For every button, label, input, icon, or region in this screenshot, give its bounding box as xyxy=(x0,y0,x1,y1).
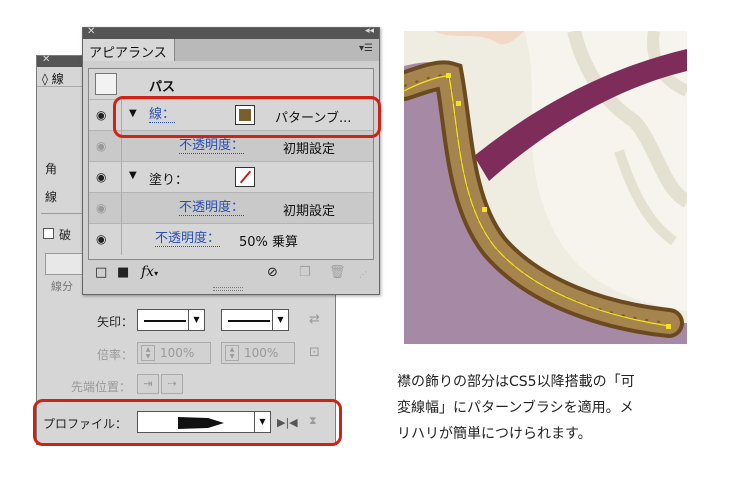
appearance-panel: ✕ ◂◂ アピアランス ▾☰ パス ◉ ▼ 線： パターンブ... ◉ 不透明度… xyxy=(82,26,380,295)
new-stroke-icon[interactable]: □ xyxy=(95,265,107,280)
highlight-frame-profile xyxy=(33,399,342,446)
fill-opacity-link[interactable]: 不透明度： xyxy=(179,200,245,216)
close-icon[interactable]: ✕ xyxy=(87,26,95,37)
resize-grip-icon[interactable]: ⋰ xyxy=(359,270,367,279)
object-type-label: パス xyxy=(149,80,176,95)
stepper-icon[interactable]: ▲ ▼ xyxy=(141,345,155,361)
link-scale-icon[interactable]: ⊡ xyxy=(309,345,320,360)
chevron-down-icon: ▼ xyxy=(188,310,204,330)
scale-label: 倍率： xyxy=(97,348,134,362)
start-arrowhead-select[interactable]: ▼ xyxy=(137,309,205,331)
eye-icon[interactable]: ◉ xyxy=(96,170,106,184)
stepper-icon[interactable]: ▲ ▼ xyxy=(225,345,239,361)
fill-label: 塗り： xyxy=(149,173,189,188)
resize-handle[interactable] xyxy=(213,287,243,291)
caption: 襟の飾りの部分はCS5以降搭載の「可 変線幅」にパターンブラシを適用。メ リハリ… xyxy=(397,369,697,447)
none-color-icon xyxy=(239,170,252,184)
highlight-frame-stroke xyxy=(113,96,381,138)
stroke-opacity-value: 初期設定 xyxy=(283,142,336,157)
collapse-icon[interactable]: ◂◂ xyxy=(365,26,374,36)
chevron-down-icon: ▼ xyxy=(272,310,288,330)
disclosure-triangle-icon[interactable]: ▼ xyxy=(129,170,137,181)
place-arrow-tip-button[interactable]: ⇢ xyxy=(161,374,183,394)
caption-line: 変線幅」にパターンブラシを適用。メ xyxy=(397,400,634,416)
tab-appearance[interactable]: アピアランス xyxy=(83,39,175,61)
collar-illustration xyxy=(404,31,687,344)
align-stroke-label: 線 xyxy=(45,190,58,204)
appearance-footer: □ ■ fx▾ ⊘ ❐ 🗑 ⋰ xyxy=(83,262,379,286)
caption-line: リハリが簡単につけられます。 xyxy=(397,426,592,442)
end-scale-field[interactable]: ▲ ▼ 100% xyxy=(221,342,295,364)
eye-icon[interactable]: ◉ xyxy=(96,201,106,215)
fill-opacity-row[interactable]: ◉ 不透明度： 初期設定 xyxy=(89,193,373,224)
line-preview xyxy=(144,320,186,322)
fill-opacity-value: 初期設定 xyxy=(283,204,336,219)
fx-icon[interactable]: fx▾ xyxy=(141,264,158,280)
extend-arrow-tip-button[interactable]: ⇥ xyxy=(137,374,159,394)
new-fill-icon[interactable]: ■ xyxy=(117,265,129,280)
panel-options-icon: ◊ xyxy=(42,72,48,86)
trash-icon[interactable]: 🗑 xyxy=(329,265,346,280)
eye-icon[interactable]: ◉ xyxy=(96,232,106,246)
appearance-titlebar[interactable]: ✕ ◂◂ xyxy=(83,26,379,39)
fill-color-swatch[interactable] xyxy=(235,167,255,187)
object-opacity-link[interactable]: 不透明度： xyxy=(155,231,221,247)
swap-arrows-icon[interactable]: ⇄ xyxy=(309,312,320,327)
corner-label: 角 xyxy=(45,162,58,176)
caption-line: 襟の飾りの部分はCS5以降搭載の「可 xyxy=(397,374,635,390)
line-preview xyxy=(228,320,270,322)
eye-icon[interactable]: ◉ xyxy=(96,108,106,122)
stroke-panel-title: 線 xyxy=(51,72,64,86)
object-opacity-value: 50% 乗算 xyxy=(239,235,299,250)
dash-label: 線分 xyxy=(51,280,73,293)
start-scale-field[interactable]: ▲ ▼ 100% xyxy=(137,342,211,364)
dash-field[interactable] xyxy=(45,253,85,275)
stroke-opacity-link[interactable]: 不透明度： xyxy=(179,138,245,154)
object-thumbnail xyxy=(95,73,117,95)
end-arrowhead-select[interactable]: ▼ xyxy=(221,309,289,331)
fill-row[interactable]: ◉ ▼ 塗り： xyxy=(89,162,373,193)
dashed-line-label: 破 xyxy=(59,228,72,242)
eye-icon[interactable]: ◉ xyxy=(96,139,106,153)
arrowheads-label: 矢印： xyxy=(97,315,134,329)
object-opacity-row[interactable]: ◉ 不透明度： 50% 乗算 xyxy=(89,224,373,255)
divider xyxy=(41,213,85,214)
dashed-line-checkbox[interactable] xyxy=(43,228,54,239)
panel-menu-icon[interactable]: ▾☰ xyxy=(359,43,373,54)
close-icon[interactable]: ✕ xyxy=(42,54,50,65)
illustration-svg xyxy=(404,31,687,344)
duplicate-icon[interactable]: ❐ xyxy=(299,265,311,280)
clear-appearance-icon[interactable]: ⊘ xyxy=(267,265,278,280)
appearance-tabbar: アピアランス ▾☰ xyxy=(83,39,379,61)
arrow-align-label: 先端位置： xyxy=(71,380,132,394)
